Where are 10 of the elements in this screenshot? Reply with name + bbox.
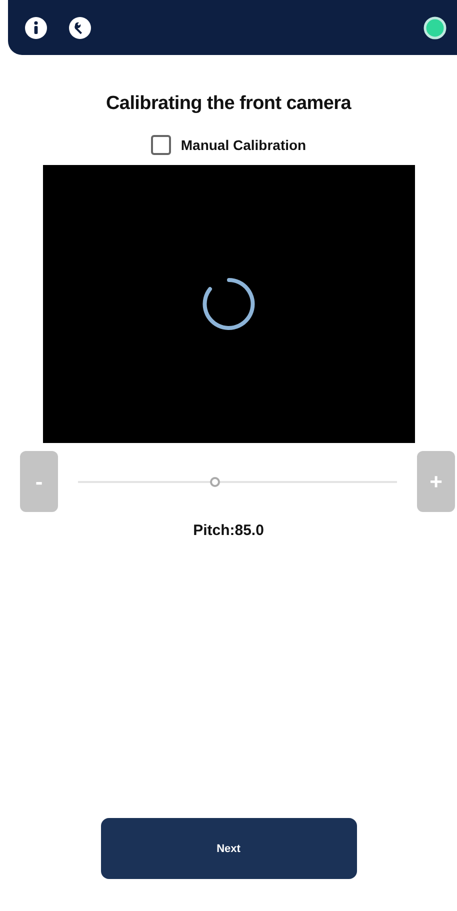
slider-thumb[interactable] [210,476,220,486]
checkbox[interactable] [150,135,171,155]
page-title: Calibrating the front camera [106,93,351,115]
wrench-icon[interactable] [68,16,92,40]
info-icon[interactable] [24,16,48,40]
checkbox-label[interactable]: Manual Calibration [180,137,306,153]
loading-spinner-icon [202,277,256,331]
pitch-value: Pitch:85.0 [193,522,264,539]
status-indicator-icon [423,16,447,40]
next-button[interactable]: Next [100,818,356,879]
